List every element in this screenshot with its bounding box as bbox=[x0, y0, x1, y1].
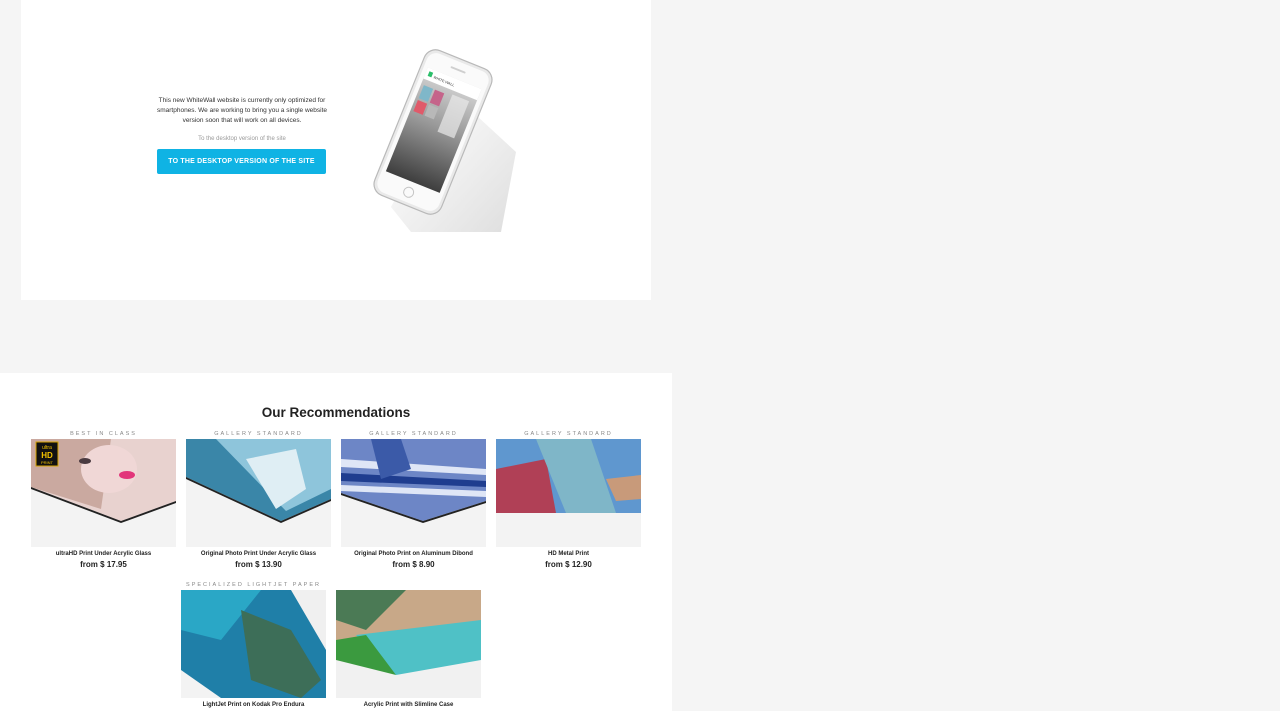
product-price: from $ 13.90 bbox=[235, 560, 282, 569]
smartphone-illustration: WHITE WALL bbox=[351, 32, 516, 238]
recommendations-title: Our Recommendations bbox=[261, 405, 411, 420]
product-category: GALLERY STANDARD bbox=[369, 431, 458, 437]
mobile-only-notice-panel: This new WhiteWall website is currently … bbox=[21, 0, 651, 300]
product-image[interactable] bbox=[186, 439, 331, 547]
product-image[interactable] bbox=[336, 590, 481, 698]
svg-text:PRINT: PRINT bbox=[41, 460, 54, 465]
svg-text:HD: HD bbox=[41, 451, 53, 460]
product-name[interactable]: Original Photo Print on Aluminum Dibond bbox=[341, 550, 486, 559]
notice-message: This new WhiteWall website is currently … bbox=[156, 97, 328, 124]
product-category: BEST IN CLASS bbox=[70, 431, 137, 437]
recommendations-section: Our Recommendations BEST IN CLASS ultra … bbox=[0, 373, 672, 711]
ultrahd-badge: ultra HD PRINT bbox=[35, 441, 59, 467]
desktop-version-button[interactable]: TO THE DESKTOP VERSION OF THE SITE bbox=[157, 149, 326, 174]
product-price: from $ 17.95 bbox=[80, 560, 127, 569]
product-category bbox=[336, 581, 481, 590]
product-name[interactable]: ultraHD Print Under Acrylic Glass bbox=[31, 550, 176, 559]
product-name[interactable]: Original Photo Print Under Acrylic Glass bbox=[186, 550, 331, 559]
product-card[interactable]: GALLERY STANDARD Original Photo Print Un… bbox=[186, 430, 331, 571]
product-card[interactable]: GALLERY STANDARD Original Photo Print on… bbox=[341, 430, 486, 571]
product-card[interactable]: SPECIALIZED LIGHTJET PAPER LightJet Prin… bbox=[181, 581, 326, 710]
product-name[interactable]: LightJet Print on Kodak Pro Endura bbox=[181, 701, 326, 710]
product-card[interactable]: GALLERY STANDARD HD Metal Print from $ 1… bbox=[496, 430, 641, 571]
product-card[interactable]: BEST IN CLASS ultra HD PRINT ultraHD Pri… bbox=[31, 430, 176, 571]
product-image[interactable] bbox=[181, 590, 326, 698]
product-image[interactable] bbox=[341, 439, 486, 547]
product-name[interactable]: HD Metal Print bbox=[496, 550, 641, 559]
product-category: GALLERY STANDARD bbox=[214, 431, 303, 437]
desktop-version-link[interactable]: To the desktop version of the site bbox=[149, 136, 335, 142]
product-image[interactable] bbox=[496, 439, 641, 547]
product-price: from $ 12.90 bbox=[545, 560, 592, 569]
product-category: SPECIALIZED LIGHTJET PAPER bbox=[186, 582, 321, 588]
product-category: GALLERY STANDARD bbox=[524, 431, 613, 437]
product-price: from $ 8.90 bbox=[392, 560, 435, 569]
product-image[interactable]: ultra HD PRINT bbox=[31, 439, 176, 547]
product-name[interactable]: Acrylic Print with Slimline Case bbox=[336, 701, 481, 710]
product-card[interactable]: Acrylic Print with Slimline Case bbox=[336, 581, 481, 710]
